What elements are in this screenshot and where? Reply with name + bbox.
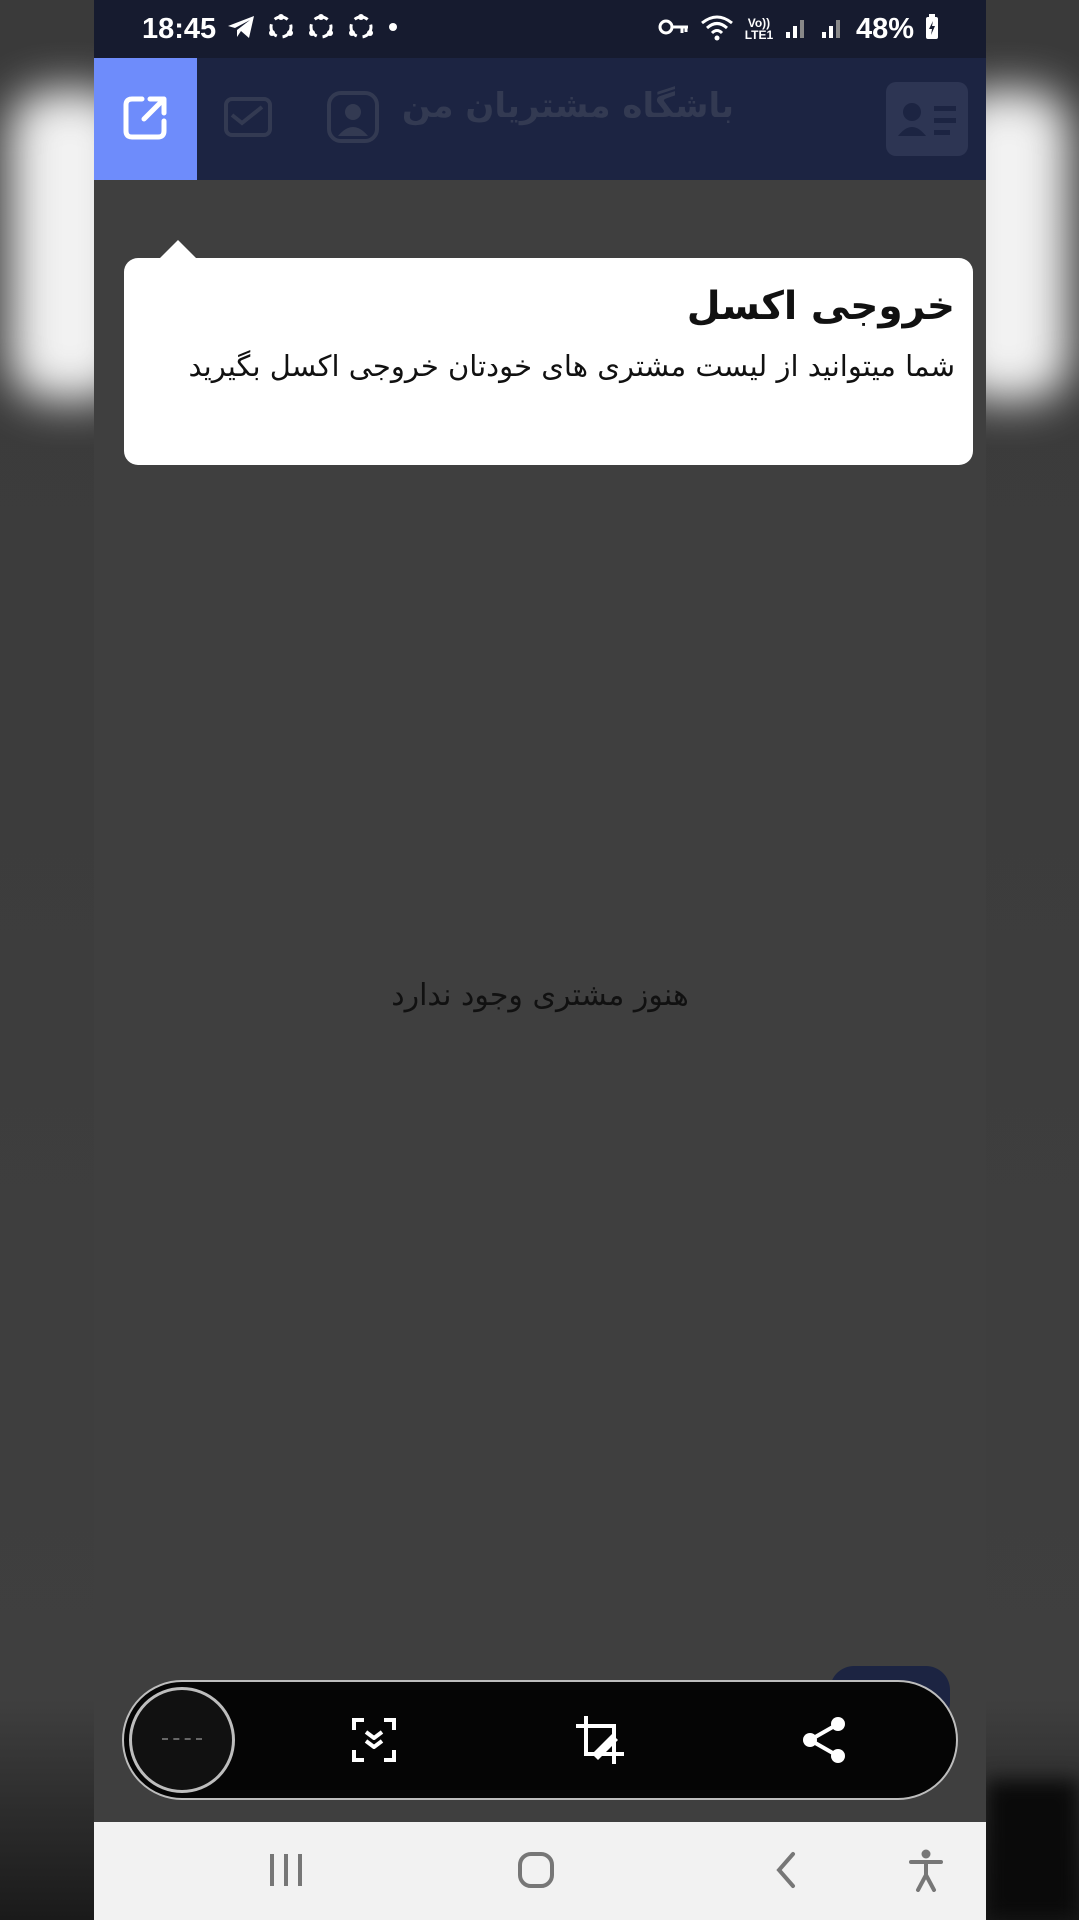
telegram-icon bbox=[226, 14, 256, 45]
battery-level: 48% bbox=[855, 12, 914, 45]
status-left: 18:45 bbox=[142, 12, 400, 47]
share-icon bbox=[800, 1716, 848, 1768]
home-button[interactable] bbox=[506, 1846, 566, 1898]
accessibility-button[interactable] bbox=[896, 1846, 956, 1898]
app-notification-icon bbox=[306, 12, 336, 47]
tooltip-arrow bbox=[160, 240, 196, 258]
screenshot-toolbar bbox=[122, 1680, 958, 1800]
message-icon bbox=[222, 95, 274, 143]
crop-edit-icon bbox=[574, 1714, 626, 1770]
home-icon bbox=[516, 1850, 556, 1894]
scroll-capture-icon bbox=[350, 1716, 398, 1768]
share-button[interactable] bbox=[794, 1712, 854, 1772]
thumbnail-content bbox=[162, 1738, 202, 1742]
wifi-icon bbox=[700, 13, 734, 46]
network-label: Vo)) LTE1 bbox=[744, 16, 774, 42]
app-notification-icon bbox=[266, 12, 296, 47]
message-button[interactable] bbox=[219, 90, 277, 148]
tooltip-body: شما میتوانید از لیست مشتری های خودتان خر… bbox=[188, 349, 955, 383]
phone-screen: 18:45 Vo)) LTE1 48% باشگاه مشتریان من خر… bbox=[94, 0, 986, 1920]
navigation-bar bbox=[94, 1822, 986, 1920]
battery-charging-icon bbox=[924, 13, 940, 46]
vpn-key-icon bbox=[658, 17, 690, 42]
tooltip-title: خروجی اکسل bbox=[686, 284, 955, 329]
export-icon bbox=[118, 89, 174, 149]
status-time: 18:45 bbox=[142, 12, 217, 45]
accessibility-icon bbox=[908, 1848, 944, 1896]
scroll-capture-button[interactable] bbox=[344, 1712, 404, 1772]
app-bar: باشگاه مشتریان من bbox=[94, 58, 986, 180]
preview-thumbnail[interactable] bbox=[129, 1687, 235, 1793]
status-bar: 18:45 Vo)) LTE1 48% bbox=[94, 0, 986, 58]
back-icon bbox=[771, 1850, 801, 1894]
recent-apps-button[interactable] bbox=[256, 1846, 316, 1898]
crop-edit-button[interactable] bbox=[570, 1712, 630, 1772]
profile-button[interactable] bbox=[324, 90, 382, 148]
app-title: باشگاه مشتریان من bbox=[401, 86, 734, 126]
profile-icon bbox=[326, 90, 380, 148]
empty-state-message: هنوز مشتری وجود ندارد bbox=[391, 978, 689, 1013]
recent-apps-icon bbox=[266, 1852, 306, 1892]
background-blur-bottom bbox=[986, 1780, 1079, 1920]
signal-icon bbox=[820, 14, 846, 45]
status-right: Vo)) LTE1 48% bbox=[658, 13, 940, 46]
dot-icon bbox=[386, 20, 400, 39]
signal-icon bbox=[784, 14, 810, 45]
contact-card-icon bbox=[886, 82, 968, 156]
app-notification-icon bbox=[346, 12, 376, 47]
export-excel-button[interactable] bbox=[94, 58, 197, 180]
export-tooltip[interactable]: خروجی اکسل شما میتوانید از لیست مشتری ها… bbox=[124, 240, 973, 465]
back-button[interactable] bbox=[756, 1846, 816, 1898]
